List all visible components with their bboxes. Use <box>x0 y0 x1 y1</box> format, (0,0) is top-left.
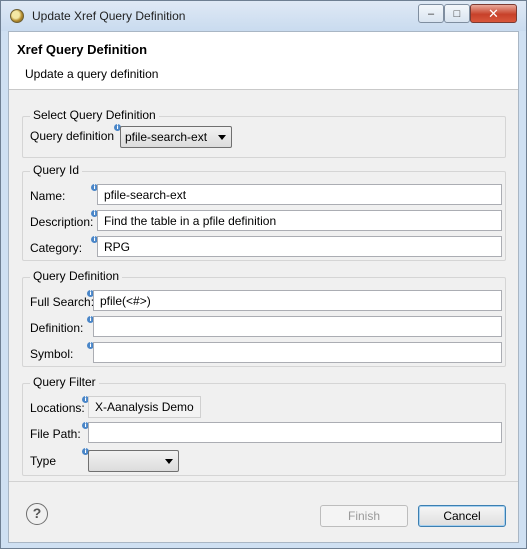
group-title: Query Definition <box>30 269 123 283</box>
type-label: Type <box>30 454 57 468</box>
close-button[interactable]: ✕ <box>470 4 517 23</box>
footer-divider <box>9 481 518 482</box>
query-id-group: Query Id Name: i pfile-search-ext Descri… <box>22 163 506 261</box>
chevron-down-icon <box>165 459 173 464</box>
locations-value[interactable]: X-Aanalysis Demo <box>88 396 201 418</box>
name-label: Name: <box>30 189 66 203</box>
name-field[interactable]: pfile-search-ext <box>97 184 502 205</box>
help-icon[interactable]: ? <box>26 503 48 525</box>
dialog-content: Xref Query Definition Update a query def… <box>8 31 519 543</box>
type-select[interactable] <box>88 450 179 472</box>
description-field[interactable]: Find the table in a pfile definition <box>97 210 502 231</box>
query-definition-select[interactable]: pfile-search-ext <box>120 126 232 148</box>
file-path-label: File Path: <box>30 427 81 441</box>
app-icon <box>10 9 24 23</box>
symbol-field[interactable] <box>93 342 502 363</box>
banner-description: Update a query definition <box>25 67 159 81</box>
category-field[interactable]: RPG <box>97 236 502 257</box>
banner-title: Xref Query Definition <box>17 42 148 57</box>
query-definition-label: Query definition <box>30 129 115 143</box>
file-path-field[interactable] <box>88 422 502 443</box>
header-banner: Xref Query Definition Update a query def… <box>9 32 518 90</box>
symbol-label: Symbol: <box>30 347 74 361</box>
title-bar[interactable]: Update Xref Query Definition ‒ □ ✕ <box>1 1 526 31</box>
definition-field[interactable] <box>93 316 502 337</box>
locations-label: Locations: <box>30 401 85 415</box>
group-title: Query Id <box>30 163 83 177</box>
chevron-down-icon <box>218 135 226 140</box>
maximize-button[interactable]: □ <box>444 4 470 23</box>
window-title: Update Xref Query Definition <box>32 9 186 23</box>
full-search-field[interactable]: pfile(<#>) <box>93 290 502 311</box>
group-title: Query Filter <box>30 375 99 389</box>
finish-button[interactable]: Finish <box>320 505 408 527</box>
query-filter-group: Query Filter Locations: i X-Aanalysis De… <box>22 375 506 476</box>
minimize-button[interactable]: ‒ <box>418 4 444 23</box>
select-query-definition-group: Select Query Definition Query definition… <box>22 108 506 158</box>
description-label: Description: <box>30 215 94 229</box>
definition-label: Definition: <box>30 321 84 335</box>
cancel-button[interactable]: Cancel <box>418 505 506 527</box>
full-search-label: Full Search: <box>30 295 95 309</box>
category-label: Category: <box>30 241 83 255</box>
group-title: Select Query Definition <box>30 108 159 122</box>
dialog-window: Update Xref Query Definition ‒ □ ✕ Xref … <box>0 0 527 549</box>
query-definition-group: Query Definition Full Search: i pfile(<#… <box>22 269 506 367</box>
query-definition-value: pfile-search-ext <box>125 130 208 144</box>
